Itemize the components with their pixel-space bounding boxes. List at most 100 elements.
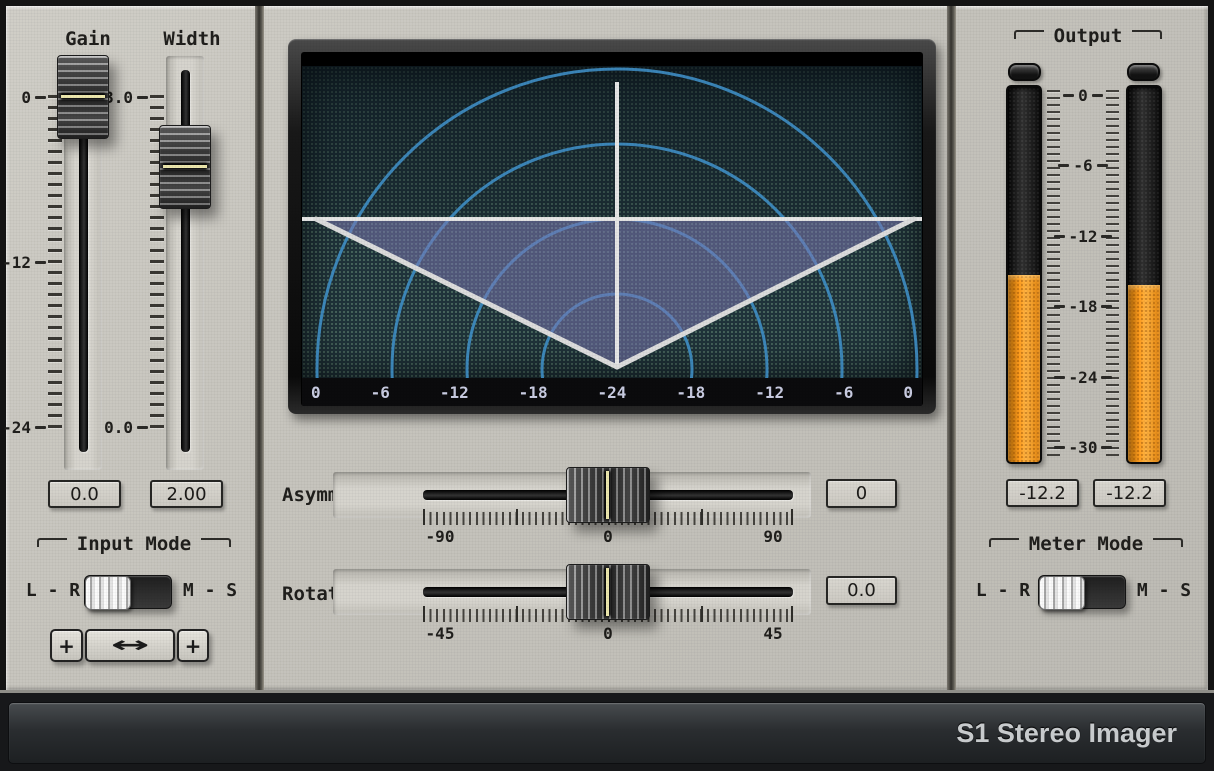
asymmetry-value-box[interactable]: 0 [826,479,897,508]
input-mode-ms-label: M - S [180,580,240,601]
double-arrow-icon: ↔ [111,633,150,658]
gain-scale-label-row: -12 [6,252,46,272]
width-scale-label-row: 3.0 [104,87,148,107]
pan-spread-button[interactable]: ↔ [85,629,175,662]
asymmetry-slider-handle[interactable] [566,467,650,523]
clip-led-left[interactable] [1008,63,1041,81]
meter-scale-labels: 0 -6 -12 -18 -24 -30 [1060,85,1106,458]
meter-scale-minus12: -12 [1069,227,1098,246]
tick-dash [1101,376,1112,379]
input-mode-title: Input Mode [77,536,191,552]
output-meter-right [1126,85,1162,464]
gain-fader-title: Gain [40,28,136,50]
scope-db-label: 0 [903,383,913,402]
meter-mode-title: Meter Mode [1029,536,1143,552]
tick-dash [1054,235,1065,238]
gain-scale-ticks [48,95,62,433]
scope-graphics [302,66,922,378]
plugin-face: Gain Width 0 -12 -24 3.0 0.0 0.0 2.00 In… [6,6,1208,690]
output-section-header: Output [982,28,1194,44]
ruler-major-tick [516,509,518,525]
output-meter-right-value[interactable]: -12.2 [1093,479,1166,507]
toggle-knob[interactable] [1039,576,1085,610]
gain-scale-minus24: -24 [2,418,31,437]
width-scale-bottom: 0.0 [104,418,133,437]
meter-scale-minus6: -6 [1073,156,1092,175]
meter-mode-lr-label: L - R [974,580,1032,601]
bracket-left-icon [989,538,1019,547]
ruler-major-tick [701,606,703,622]
fader-handle-line [163,165,207,168]
meter-mode-section-header: Meter Mode [978,536,1194,552]
bracket-left-icon [1014,30,1044,39]
tick-dash [1054,305,1065,308]
gain-scale-label-row: 0 [6,87,46,107]
asymmetry-tick-max: 90 [743,527,803,546]
asymmetry-tick-mid: 0 [578,527,638,546]
plugin-title: S1 Stereo Imager [956,718,1177,749]
tick-dash [35,261,46,264]
fader-handle-line [61,95,105,98]
scope-db-label: -6 [371,383,390,402]
scope-db-label: -24 [598,383,627,402]
bracket-right-icon [201,538,231,547]
output-title: Output [1054,28,1123,44]
gain-scale-0: 0 [21,88,31,107]
ruler-major-tick [791,509,793,525]
scope-db-label: 0 [311,383,321,402]
rotation-tick-min: -45 [410,624,470,643]
clip-led-right[interactable] [1127,63,1160,81]
meter-mode-ms-label: M - S [1134,580,1194,601]
tick-dash [137,96,148,99]
scope-db-label: -12 [755,383,784,402]
gain-scale-label-row: -24 [6,417,46,437]
output-meter-left-value[interactable]: -12.2 [1006,479,1079,507]
output-meter-left [1006,85,1042,464]
meter-scale-0: 0 [1078,86,1088,105]
tick-dash [1101,305,1112,308]
tick-dash [1097,164,1108,167]
tick-dash [1058,164,1069,167]
tick-dash [1101,235,1112,238]
width-value-box[interactable]: 2.00 [150,480,223,508]
meter-scale-minus30: -30 [1069,438,1098,457]
meter-scale-minus18: -18 [1069,297,1098,316]
toggle-knob[interactable] [85,576,131,610]
gain-value-box[interactable]: 0.0 [48,480,121,508]
input-mode-section-header: Input Mode [28,536,240,552]
panel-divider [255,6,264,690]
meter-scale-ticks-right [1106,90,1119,456]
ruler-major-tick [701,509,703,525]
rotation-tick-mid: 0 [578,624,638,643]
tick-dash [35,96,46,99]
ruler-major-tick [791,606,793,622]
scope-db-label: -12 [440,383,469,402]
meter-mode-toggle[interactable] [1038,575,1126,609]
input-mode-lr-label: L - R [24,580,82,601]
tick-dash [137,426,148,429]
bracket-right-icon [1153,538,1183,547]
footer-inner-bar: S1 Stereo Imager [8,702,1206,764]
panel-divider [947,6,956,690]
scope-db-scale: 0 -6 -12 -18 -24 -18 -12 -6 0 [302,378,922,406]
slider-handle-line [606,471,609,519]
asymmetry-tick-min: -90 [410,527,470,546]
output-meter-right-fill [1128,285,1160,462]
gain-scale-minus12: -12 [2,253,31,272]
meter-scale-ticks-left [1047,90,1060,456]
tick-dash [1063,94,1074,97]
rotation-value-box[interactable]: 0.0 [826,576,897,605]
bracket-right-icon [1132,30,1162,39]
scope-db-label: -18 [519,383,548,402]
tick-dash [1092,94,1103,97]
scope-db-label: -6 [834,383,853,402]
pan-right-button[interactable]: + [177,629,209,662]
tick-dash [1054,376,1065,379]
rotation-slider-handle[interactable] [566,564,650,620]
gain-fader-handle[interactable] [57,55,109,139]
input-mode-toggle[interactable] [84,575,172,609]
pan-left-button[interactable]: + [50,629,83,662]
width-fader-handle[interactable] [159,125,211,209]
ruler-major-tick [516,606,518,622]
scope-db-label: -18 [676,383,705,402]
